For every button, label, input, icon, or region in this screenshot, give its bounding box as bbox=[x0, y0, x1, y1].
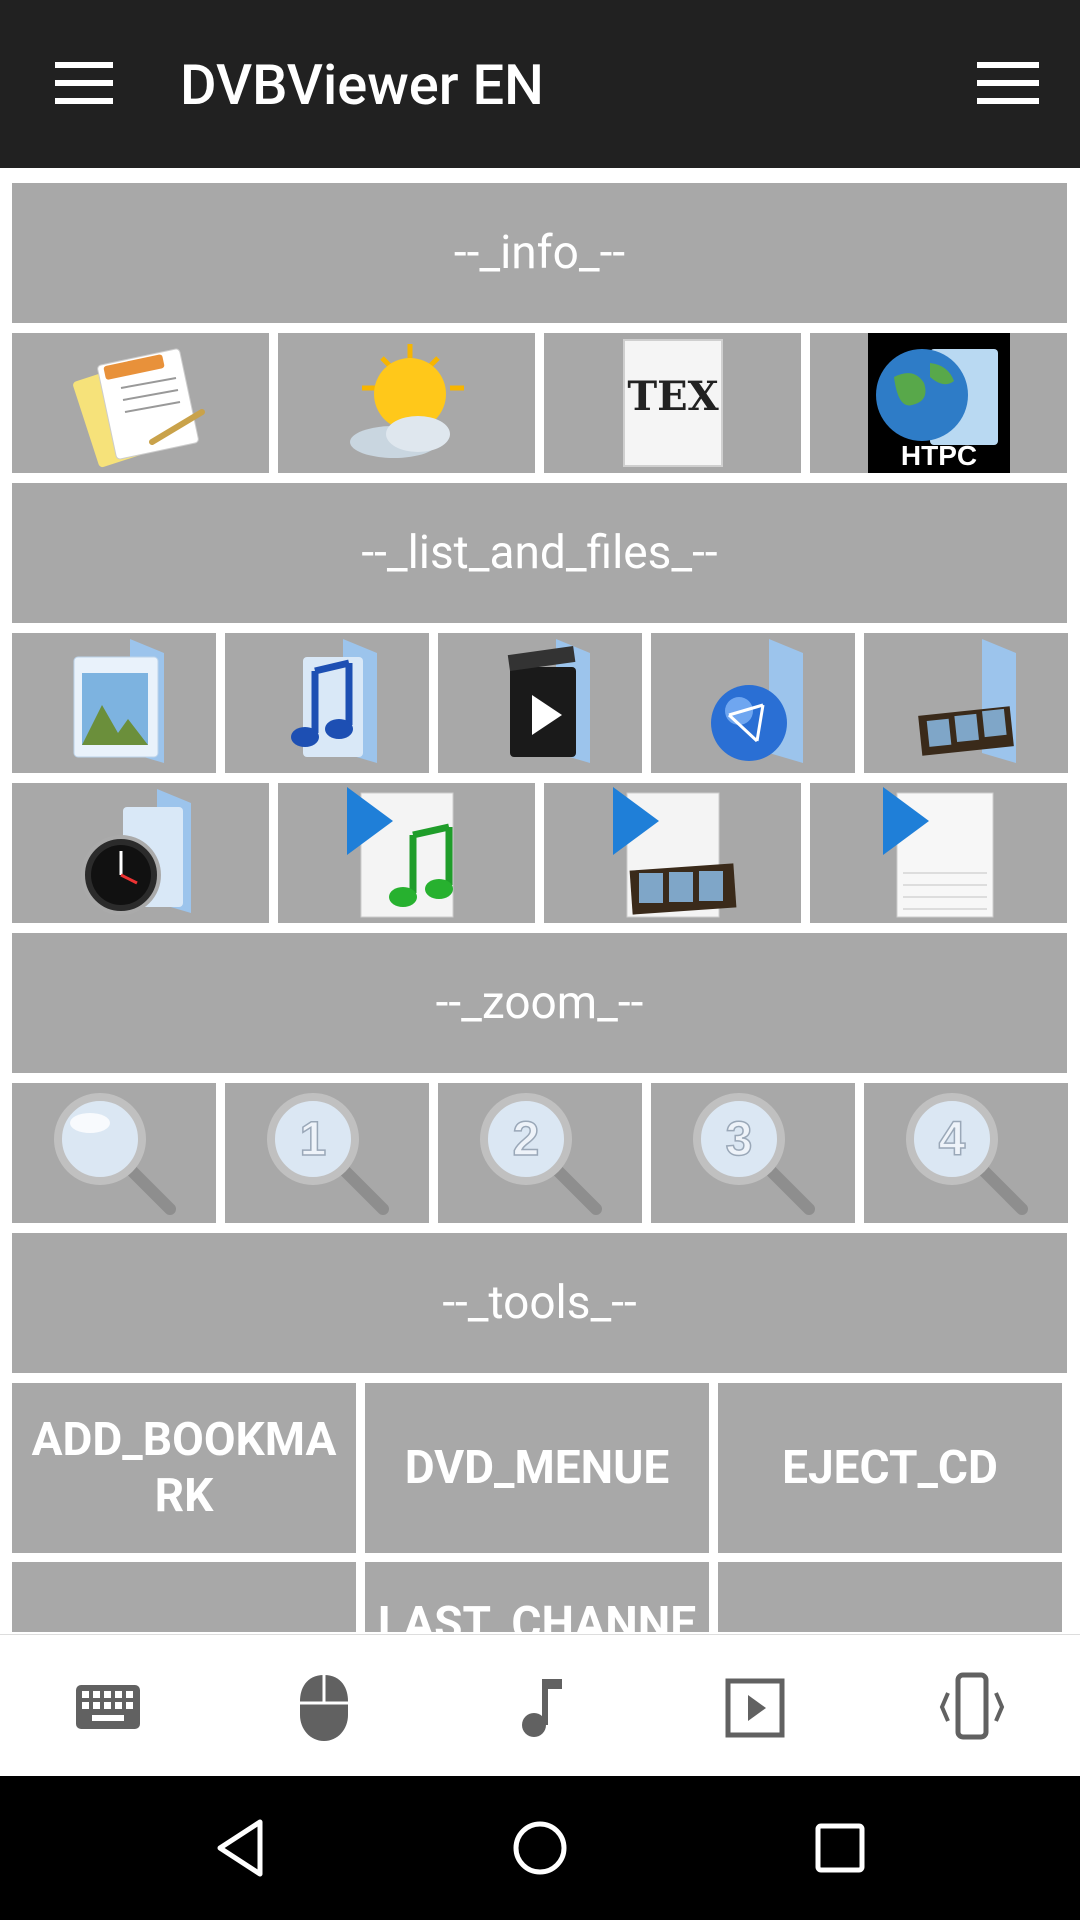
tool-button-partial[interactable] bbox=[12, 1562, 356, 1632]
mouse-icon[interactable] bbox=[288, 1671, 360, 1743]
photos-folder-icon bbox=[73, 639, 164, 763]
app-title: DVBViewer EN bbox=[180, 52, 544, 118]
vibrate-phone-icon[interactable] bbox=[936, 1671, 1008, 1743]
section-zoom[interactable]: --_zoom_-- bbox=[12, 933, 1067, 1073]
zoom-2-icon: 2 bbox=[480, 1093, 602, 1215]
playlist-button[interactable] bbox=[810, 783, 1067, 923]
tex-button[interactable]: TEX bbox=[544, 333, 801, 473]
recents-icon[interactable] bbox=[804, 1812, 876, 1884]
home-icon[interactable] bbox=[504, 1812, 576, 1884]
music-playlist-button[interactable] bbox=[278, 783, 535, 923]
network-folder-button[interactable] bbox=[651, 633, 855, 773]
tool-button-partial[interactable] bbox=[718, 1562, 1062, 1632]
recent-folder-icon bbox=[80, 789, 191, 915]
drawer-menu-icon[interactable] bbox=[55, 62, 113, 104]
music-folder-icon bbox=[291, 639, 377, 763]
music-note-icon[interactable] bbox=[504, 1671, 576, 1743]
zoom-3-button[interactable]: 3 bbox=[651, 1083, 855, 1223]
eject-cd-button[interactable]: EJECT_CD bbox=[718, 1383, 1062, 1553]
add-bookmark-button[interactable]: ADD_BOOKMARK bbox=[12, 1383, 356, 1553]
video-playlist-button[interactable] bbox=[544, 783, 801, 923]
htpc-label: HTPC bbox=[900, 440, 976, 471]
video-folder-icon bbox=[507, 639, 590, 763]
word-document-icon bbox=[72, 348, 205, 468]
app-bar: DVBViewer EN bbox=[0, 0, 1080, 168]
zoom-icon bbox=[54, 1093, 176, 1215]
zoom-2-label: 2 bbox=[513, 1113, 540, 1166]
button-grid: --_info_-- TEX HTPC --_list_and_files_--… bbox=[0, 168, 1080, 1634]
tex-icon: TEX bbox=[622, 339, 723, 467]
zoom-4-label: 4 bbox=[939, 1113, 966, 1166]
music-folder-button[interactable] bbox=[225, 633, 429, 773]
tex-label: TEX bbox=[627, 373, 718, 420]
zoom-2-button[interactable]: 2 bbox=[438, 1083, 642, 1223]
overflow-menu-icon[interactable] bbox=[977, 62, 1039, 104]
htpc-button[interactable]: HTPC bbox=[810, 333, 1067, 473]
word-document-button[interactable] bbox=[12, 333, 269, 473]
weather-button[interactable] bbox=[278, 333, 535, 473]
zoom-1-icon: 1 bbox=[267, 1093, 389, 1215]
dvd-menue-button[interactable]: DVD_MENUE bbox=[365, 1383, 709, 1553]
zoom-3-label: 3 bbox=[726, 1113, 753, 1166]
back-icon[interactable] bbox=[206, 1812, 278, 1884]
zoom-1-label: 1 bbox=[300, 1113, 327, 1166]
weather-icon bbox=[349, 344, 464, 458]
film-folder-button[interactable] bbox=[864, 633, 1068, 773]
zoom-4-icon: 4 bbox=[906, 1093, 1028, 1215]
recent-folder-button[interactable] bbox=[12, 783, 269, 923]
music-playlist-icon bbox=[346, 787, 453, 918]
film-folder-icon bbox=[918, 639, 1016, 763]
zoom-1-button[interactable]: 1 bbox=[225, 1083, 429, 1223]
photos-folder-button[interactable] bbox=[12, 633, 216, 773]
video-folder-button[interactable] bbox=[438, 633, 642, 773]
keyboard-icon[interactable] bbox=[72, 1671, 144, 1743]
htpc-globe-folder-icon: HTPC bbox=[867, 333, 1010, 473]
system-navigation-bar bbox=[0, 1776, 1080, 1920]
section-list-and-files[interactable]: --_list_and_files_-- bbox=[12, 483, 1067, 623]
network-folder-icon bbox=[711, 639, 803, 763]
zoom-button[interactable] bbox=[12, 1083, 216, 1223]
bottom-toolbar bbox=[0, 1634, 1080, 1777]
playlist-icon bbox=[882, 787, 993, 918]
play-icon[interactable] bbox=[720, 1671, 792, 1743]
zoom-3-icon: 3 bbox=[693, 1093, 815, 1215]
section-info[interactable]: --_info_-- bbox=[12, 183, 1067, 323]
section-tools[interactable]: --_tools_-- bbox=[12, 1233, 1067, 1373]
video-playlist-icon bbox=[612, 787, 736, 918]
last-channel-button[interactable]: LAST_CHANNE bbox=[365, 1562, 709, 1632]
zoom-4-button[interactable]: 4 bbox=[864, 1083, 1068, 1223]
